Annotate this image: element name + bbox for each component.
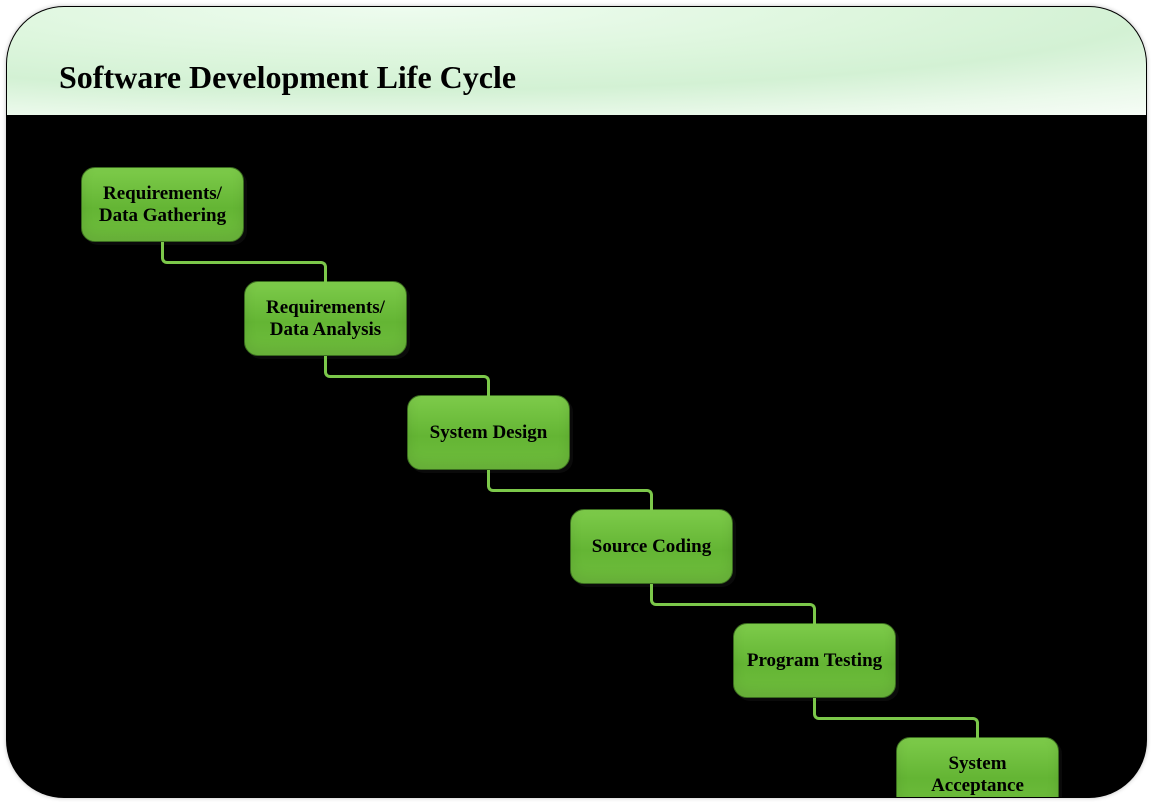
step-label: Requirements/ Data Analysis [255, 297, 396, 340]
step-source-coding: Source Coding [570, 509, 733, 584]
slide-frame: Software Development Life Cycle Requirem… [6, 6, 1147, 798]
slide-title: Software Development Life Cycle [59, 59, 516, 96]
step-requirements-analysis: Requirements/ Data Analysis [244, 281, 407, 356]
slide-header: Software Development Life Cycle [7, 7, 1146, 115]
step-requirements-gathering: Requirements/ Data Gathering [81, 167, 244, 242]
step-system-design: System Design [407, 395, 570, 470]
diagram-canvas: Requirements/ Data Gathering Requirement… [7, 115, 1146, 797]
step-system-acceptance: System Acceptance [896, 737, 1059, 798]
step-label: System Acceptance [907, 753, 1048, 796]
step-label: Program Testing [747, 650, 882, 671]
step-label: System Design [430, 422, 548, 443]
step-label: Requirements/ Data Gathering [92, 183, 233, 226]
step-program-testing: Program Testing [733, 623, 896, 698]
step-label: Source Coding [592, 536, 711, 557]
